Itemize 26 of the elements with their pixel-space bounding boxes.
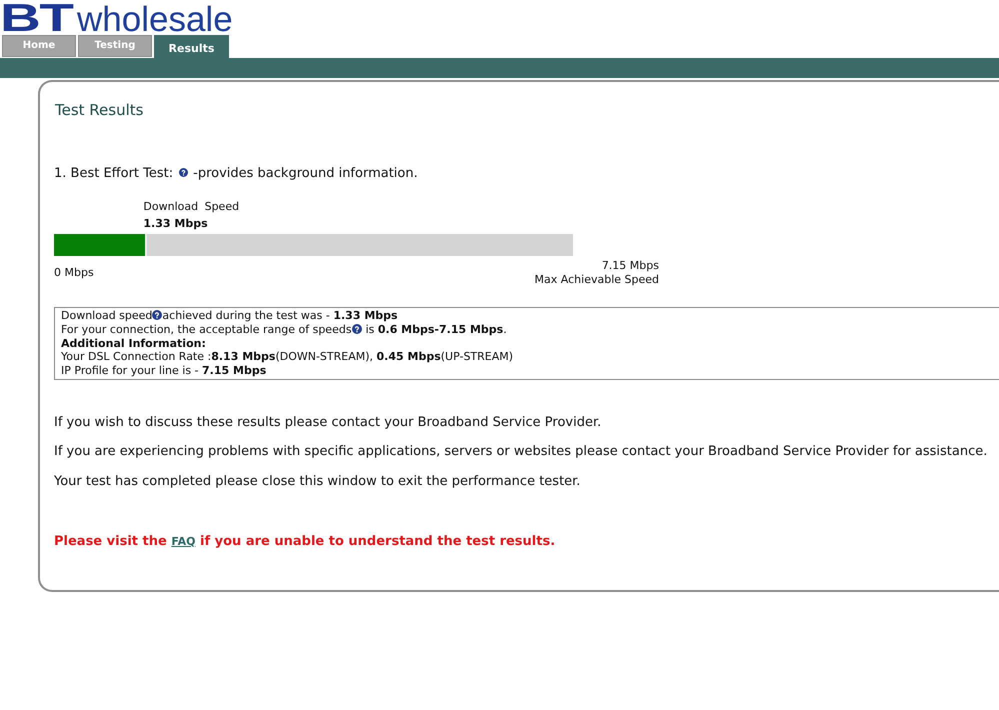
info-paragraph: If you wish to discuss these results please contact your Broadband Service Provider. xyxy=(54,414,602,432)
help-icon[interactable] xyxy=(152,310,162,320)
panel-title: Test Results xyxy=(55,100,144,120)
logo-letters: BT xyxy=(0,1,72,37)
help-icon[interactable] xyxy=(179,168,188,177)
test-heading: 1. Best Effort Test: xyxy=(54,166,174,181)
scale-max-label: 7.15 Mbps xyxy=(602,259,659,273)
info-paragraph: Your test has completed please close this window to exit the performance tester. xyxy=(54,472,580,491)
scale-min-label: 0 Mbps xyxy=(54,266,94,280)
scale-max-caption: Max Achievable Speed xyxy=(534,273,659,287)
test-description: -provides background information. xyxy=(193,166,418,181)
faq-notice: Please visit the FAQ if you are unable to understand the test results. xyxy=(54,532,556,551)
info-text: For your connection, the acceptable range of speeds xyxy=(61,322,352,336)
help-icon[interactable] xyxy=(352,324,362,334)
logo-wordmark: wholesale xyxy=(77,1,233,38)
info-text: IP Profile for your line is - 7.15 Mbps xyxy=(61,364,266,378)
meter-reading: 1.33 Mbps xyxy=(143,217,208,231)
tab[interactable]: Results xyxy=(154,35,229,58)
info-heading: Additional Information: xyxy=(61,336,206,350)
faq-link[interactable]: FAQ xyxy=(171,534,196,548)
meter-label: Download Speed xyxy=(143,200,240,214)
info-text: is 0.6 Mbps-7.15 Mbps. xyxy=(366,322,507,336)
info-text: Your DSL Connection Rate :8.13 Mbps(DOWN-STREAM), 0.45 Mbps(UP-STREAM) xyxy=(61,350,514,364)
info-text: achieved during the test was - 1.33 Mbps xyxy=(162,309,398,322)
info-paragraph: If you are experiencing problems with specific applications, servers or websites please contact your Broadband Service Provider for assistance. xyxy=(54,443,988,462)
info-text: Download speed xyxy=(61,309,152,322)
